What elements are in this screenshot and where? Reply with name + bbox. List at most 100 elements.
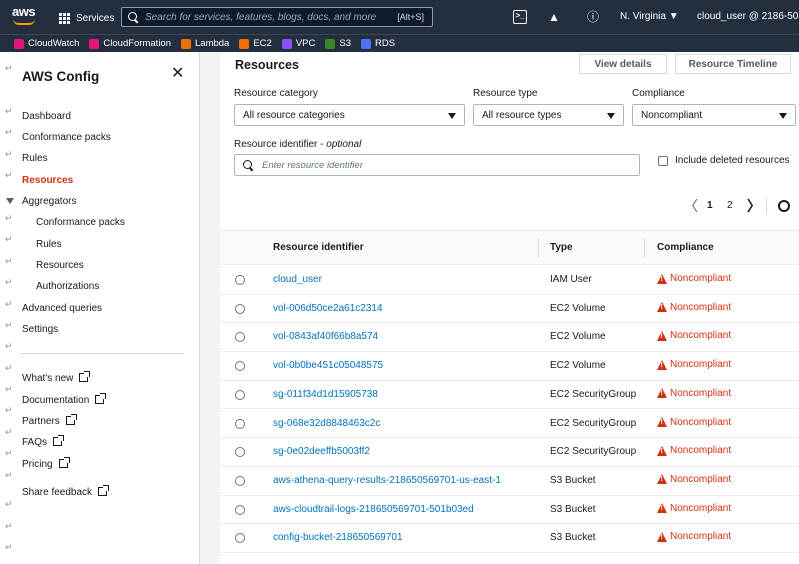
favorite-rds[interactable]: RDS [361, 38, 395, 49]
row-select-radio[interactable] [235, 504, 245, 515]
row-select-radio[interactable] [235, 418, 245, 429]
cloudshell-icon[interactable]: >_ [513, 10, 527, 24]
favorite-label: S3 [339, 38, 351, 49]
favorite-lambda[interactable]: Lambda [181, 38, 229, 49]
next-page-icon[interactable]: 〉 [747, 196, 761, 216]
table-row[interactable]: cloud_user IAM User Noncompliant [220, 266, 799, 295]
account-menu[interactable]: cloud_user @ 2186-505 [697, 11, 799, 22]
sidebar-item-aggregator-conformance-packs[interactable]: Conformance packs [36, 217, 125, 228]
cloudwatch-icon [14, 38, 24, 49]
sidebar-item-aggregator-rules[interactable]: Rules [36, 239, 62, 250]
resource-identifier-link[interactable]: aws-athena-query-results-218650569701-us… [273, 475, 501, 486]
column-header-compliance[interactable]: Compliance [657, 242, 714, 253]
line-break-icon: ↵ [5, 384, 13, 394]
compliance-status-label: Noncompliant [670, 301, 732, 313]
caret-down-icon[interactable] [6, 198, 14, 204]
compliance-status-label: Noncompliant [670, 473, 732, 485]
include-deleted-label[interactable]: Include deleted resources [675, 155, 790, 166]
external-link-icon [65, 414, 77, 425]
sidebar-item-rules[interactable]: Rules [22, 153, 48, 164]
sidebar-item-resources[interactable]: Resources [22, 175, 73, 186]
table-row[interactable]: aws-athena-query-results-218650569701-us… [220, 467, 799, 496]
resource-type-label: Resource type [473, 88, 538, 99]
include-deleted-checkbox[interactable] [658, 156, 668, 166]
row-select-radio[interactable] [235, 332, 245, 343]
resource-identifier-link[interactable]: sg-068e32d8848463c2c [273, 418, 380, 429]
sidebar-link-label: What's new [22, 373, 74, 384]
favorite-s3[interactable]: S3 [325, 38, 351, 49]
compliance-select[interactable]: Noncompliant [632, 104, 796, 126]
sidebar-item-advanced-queries[interactable]: Advanced queries [22, 303, 102, 314]
resource-identifier-link[interactable]: vol-006d50ce2a61c2314 [273, 303, 383, 314]
gear-icon[interactable] [778, 200, 790, 212]
sidebar-item-conformance-packs[interactable]: Conformance packs [22, 132, 111, 143]
row-select-radio[interactable] [235, 475, 245, 486]
resource-identifier-link[interactable]: aws-cloudtrail-logs-218650569701-501b03e… [273, 504, 474, 515]
region-selector[interactable]: N. Virginia ▼ [620, 11, 679, 22]
favorite-vpc[interactable]: VPC [281, 38, 315, 49]
sidebar-item-aggregator-resources[interactable]: Resources [36, 260, 84, 271]
table-row[interactable]: sg-068e32d8848463c2c EC2 SecurityGroup Non… [220, 410, 799, 439]
table-row[interactable]: config-bucket-218650569701 S3 Bucket Nonco… [220, 524, 799, 553]
sidebar-link-whats-new[interactable]: What's new [22, 371, 91, 384]
resource-timeline-button[interactable]: Resource Timeline [675, 54, 791, 74]
sidebar-link-faqs[interactable]: FAQs [22, 435, 65, 448]
sidebar-link-label: Pricing [22, 459, 53, 470]
resource-identifier-link[interactable]: vol-0b0be451c05048575 [273, 360, 383, 371]
previous-page-icon[interactable]: 〈 [684, 196, 698, 216]
resource-identifier-link[interactable]: cloud_user [273, 274, 322, 285]
aws-logo[interactable]: aws [12, 5, 38, 27]
resource-type-select[interactable]: All resource types [473, 104, 624, 126]
table-header: Resource identifier Type Compliance [220, 230, 799, 265]
sidebar-item-aggregators[interactable]: Aggregators [22, 196, 76, 207]
resource-category-label: Resource category [234, 88, 318, 99]
resource-identifier-link[interactable]: vol-0843af40f66b8a574 [273, 331, 378, 342]
bell-icon[interactable]: ▲ [547, 10, 561, 24]
global-search-input[interactable]: Search for services, features, blogs, do… [121, 7, 433, 27]
sidebar-item-authorizations[interactable]: Authorizations [36, 281, 99, 292]
sidebar-link-partners[interactable]: Partners [22, 414, 77, 427]
help-icon[interactable]: ⓘ [586, 10, 600, 24]
sidebar-item-dashboard[interactable]: Dashboard [22, 111, 71, 122]
line-break-icon: ↵ [5, 256, 13, 266]
sidebar-link-share-feedback[interactable]: Share feedback [22, 485, 110, 498]
view-details-button[interactable]: View details [579, 54, 667, 74]
table-row[interactable]: sg-0e02deeffb5003ff2 EC2 SecurityGroup Non… [220, 438, 799, 467]
resource-identifier-placeholder: Enter resource identifier [262, 159, 363, 171]
resource-identifier-link[interactable]: sg-011f34d1d15905738 [273, 389, 378, 400]
favorite-ec2[interactable]: EC2 [239, 38, 272, 49]
row-select-radio[interactable] [235, 275, 245, 285]
resource-identifier-input[interactable]: Enter resource identifier [234, 154, 640, 176]
table-row[interactable]: sg-011f34d1d15905738 EC2 SecurityGroup Non… [220, 381, 799, 410]
resource-identifier-link[interactable]: sg-0e02deeffb5003ff2 [273, 446, 370, 457]
favorite-cloudwatch[interactable]: CloudWatch [14, 38, 79, 49]
table-row[interactable]: vol-0843af40f66b8a574 EC2 Volume Noncompli… [220, 323, 799, 353]
column-header-resource-identifier[interactable]: Resource identifier [273, 242, 364, 253]
compliance-value: Noncompliant [641, 109, 703, 121]
sidebar-link-documentation[interactable]: Documentation [22, 393, 107, 406]
services-menu-button[interactable]: Services [59, 10, 114, 26]
table-row[interactable]: vol-0b0be451c05048575 EC2 Volume Noncompli… [220, 352, 799, 381]
table-row[interactable]: vol-006d50ce2a61c2314 EC2 Volume Noncompli… [220, 295, 799, 324]
resource-category-value: All resource categories [243, 109, 345, 121]
favorites-bar: CloudWatch CloudFormation Lambda EC2 VPC… [0, 34, 799, 52]
row-select-radio[interactable] [235, 533, 245, 544]
sidebar-item-settings[interactable]: Settings [22, 324, 58, 335]
search-shortcut: [Alt+S] [397, 12, 424, 22]
favorite-cloudformation[interactable]: CloudFormation [89, 38, 171, 49]
resource-category-select[interactable]: All resource categories [234, 104, 465, 126]
row-select-radio[interactable] [235, 303, 245, 314]
column-header-type[interactable]: Type [550, 242, 573, 253]
sidebar-link-pricing[interactable]: Pricing [22, 457, 70, 470]
page-1-button[interactable]: 1 [707, 200, 713, 211]
close-icon[interactable]: ✕ [171, 65, 184, 83]
resource-identifier-link[interactable]: config-bucket-218650569701 [273, 532, 403, 543]
compliance-status: Noncompliant [657, 330, 731, 341]
row-select-radio[interactable] [235, 447, 245, 458]
resource-type-cell: IAM User [550, 274, 592, 285]
page-2-button[interactable]: 2 [727, 200, 733, 211]
table-row[interactable]: aws-cloudtrail-logs-218650569701-501b03e… [220, 496, 799, 525]
row-select-radio[interactable] [235, 361, 245, 372]
row-select-radio[interactable] [235, 389, 245, 400]
warning-icon [657, 445, 667, 456]
